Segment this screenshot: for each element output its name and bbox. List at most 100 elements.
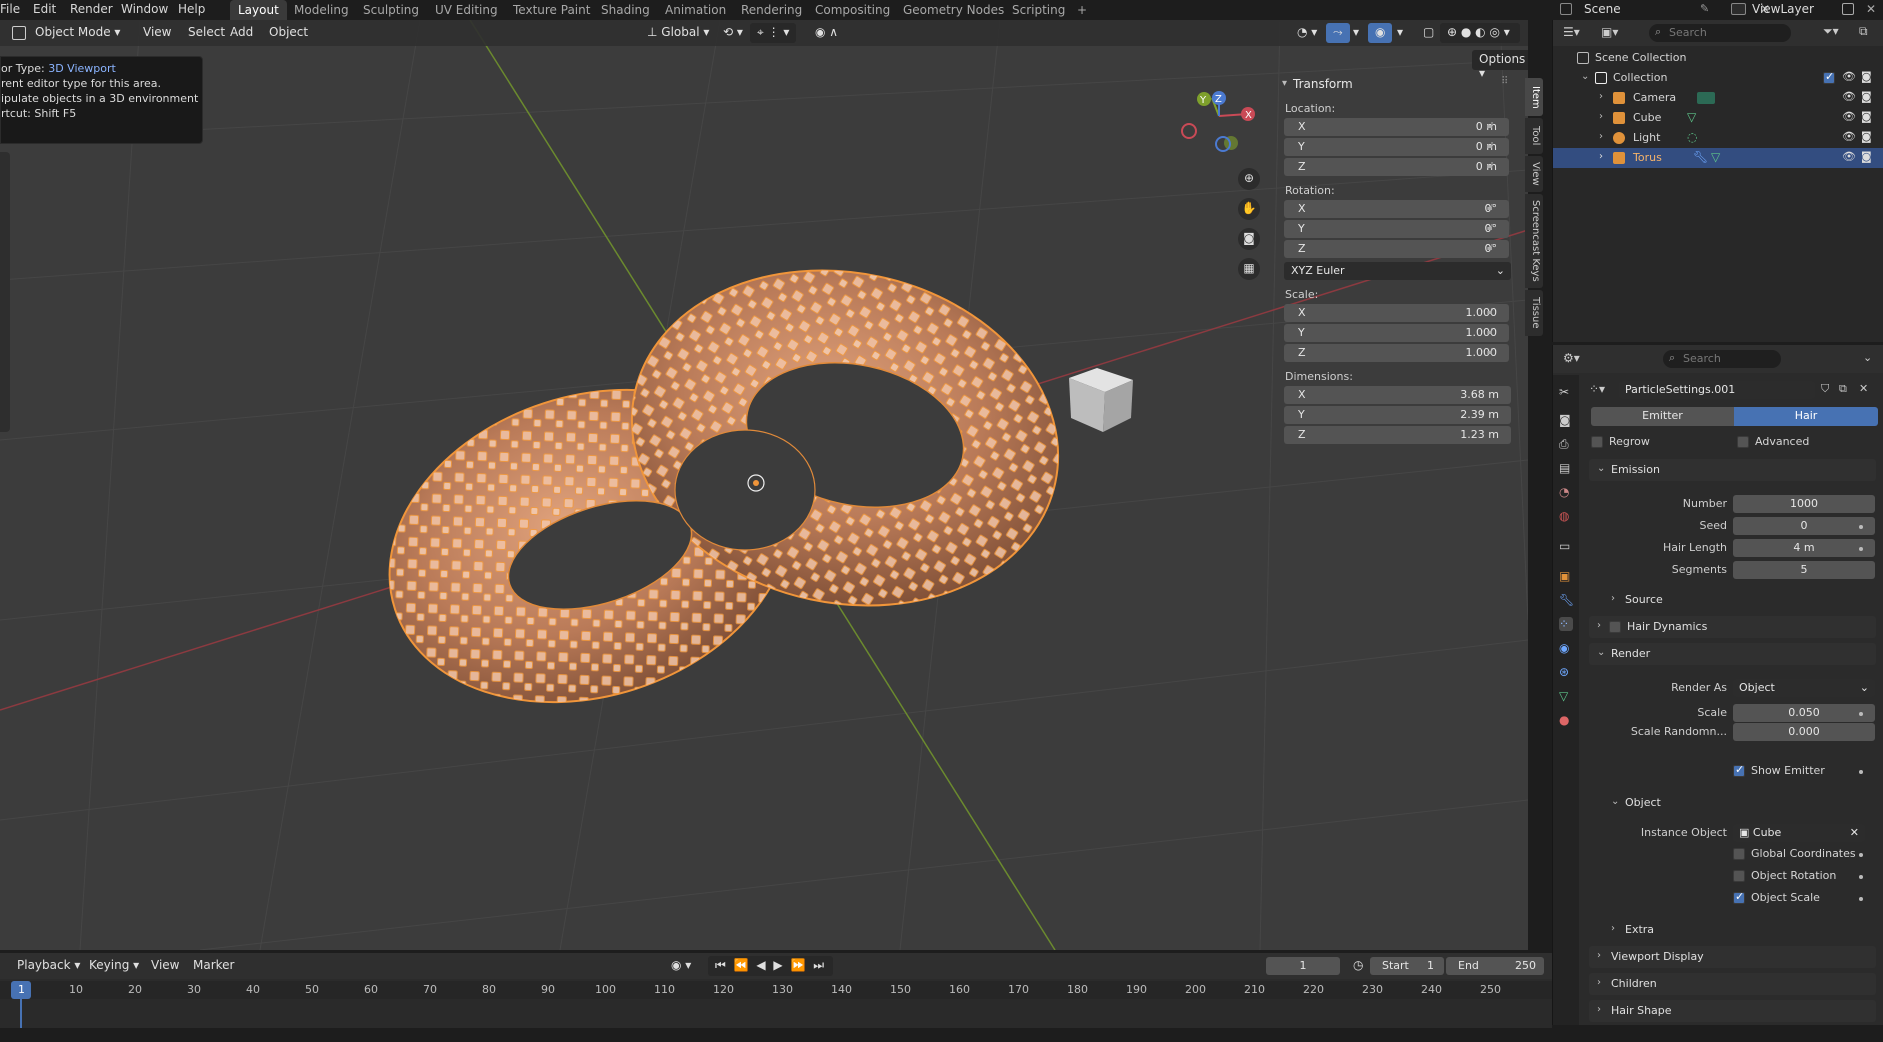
tab-geometry-nodes[interactable]: Geometry Nodes — [895, 0, 1012, 20]
keyframe-dot-icon[interactable] — [1859, 712, 1863, 716]
location-z-field[interactable]: Z0 m — [1284, 158, 1509, 176]
constraints-tab-icon[interactable]: ⊛ — [1559, 665, 1573, 679]
playback-menu[interactable]: Playback ▾ — [10, 956, 87, 976]
lock-icon[interactable]: 🔓︎ — [1487, 222, 1499, 234]
editor-type-icon[interactable]: ☰▾ — [1563, 25, 1580, 39]
timeline-view-menu[interactable]: View — [144, 956, 186, 976]
tab-scripting[interactable]: Scripting — [1004, 0, 1073, 20]
chevron-down-icon[interactable]: ⌄ — [1863, 351, 1872, 364]
scene-tab-icon[interactable]: ◔ — [1559, 485, 1573, 499]
render-tab-icon[interactable]: ◙ — [1559, 413, 1573, 427]
menu-add[interactable]: Add — [223, 23, 260, 43]
torus-object[interactable] — [349, 232, 1090, 752]
outliner-row-camera[interactable]: › Camera 👁︎ ◙ — [1553, 88, 1883, 108]
exclude-checkbox[interactable] — [1823, 70, 1835, 84]
lock-icon[interactable]: 🔓︎ — [1487, 202, 1499, 214]
perspective-grid-icon[interactable]: ▦ — [1238, 258, 1260, 280]
menu-render[interactable]: Render — [70, 2, 113, 16]
scene-collection-row[interactable]: Scene Collection — [1553, 48, 1883, 68]
overlays-dropdown-icon[interactable]: ▾ — [1390, 23, 1410, 43]
regrow-checkbox[interactable] — [1591, 436, 1603, 448]
collection-tab-icon[interactable]: ▭ — [1559, 539, 1573, 553]
render-scale-field[interactable]: 0.050 — [1733, 704, 1875, 722]
new-collection-icon[interactable]: ⧉ — [1859, 24, 1868, 39]
tab-compositing[interactable]: Compositing — [807, 0, 898, 20]
rotation-x-field[interactable]: X 0° — [1284, 200, 1509, 218]
mesh-data-icon[interactable]: ▽ — [1687, 110, 1696, 124]
transform-title[interactable]: Transform — [1293, 77, 1353, 91]
scale-z-field[interactable]: Z 1.000 — [1284, 344, 1509, 362]
chevron-down-icon[interactable]: ▾ — [1282, 78, 1287, 89]
visibility-icon[interactable]: ◔ ▾ — [1290, 23, 1324, 43]
view-layer-name[interactable]: ViewLayer — [1752, 2, 1814, 16]
chevron-right-icon[interactable]: › — [1599, 151, 1603, 162]
tab-shading[interactable]: Shading — [593, 0, 658, 20]
material-tab-icon[interactable]: ● — [1559, 713, 1573, 727]
keyframe-dot-icon[interactable] — [1859, 853, 1863, 857]
xray-icon[interactable]: ▢ — [1416, 23, 1441, 43]
light-data-icon[interactable]: ◌ — [1687, 130, 1697, 144]
outliner-row-torus[interactable]: › Torus 🔧︎ ▽ 👁︎ ◙ — [1553, 148, 1883, 168]
tab-sculpting[interactable]: Sculpting — [355, 0, 427, 20]
editor-type-icon[interactable]: ⚙▾ — [1563, 351, 1580, 365]
camera-data-icon[interactable] — [1697, 92, 1715, 104]
outliner-row-cube[interactable]: › Cube ▽ 👁︎ ◙ — [1553, 108, 1883, 128]
new-view-layer-icon[interactable] — [1842, 3, 1854, 15]
tab-uv-editing[interactable]: UV Editing — [427, 0, 506, 20]
tab-rendering[interactable]: Rendering — [733, 0, 810, 20]
menu-edit[interactable]: Edit — [33, 2, 56, 16]
chevron-right-icon[interactable]: › — [1599, 131, 1603, 142]
lock-icon[interactable]: 🔓︎ — [1487, 242, 1499, 254]
dimensions-z-field[interactable]: Z 1.23 m — [1284, 426, 1511, 444]
modifier-tab-icon[interactable]: 🔧︎ — [1559, 593, 1574, 607]
tool-shelf[interactable] — [0, 152, 10, 432]
editor-type-icon[interactable] — [12, 26, 26, 40]
camera-render-icon[interactable]: ◙ — [1861, 110, 1873, 123]
location-y-field[interactable]: Y0 m — [1284, 138, 1509, 156]
keyframe-dot-icon[interactable] — [1859, 525, 1863, 529]
auto-keying-icon[interactable]: ◉ ▾ — [664, 956, 698, 976]
object-subpanel-header[interactable]: ⌄ Object — [1603, 792, 1873, 814]
gizmo-dropdown-icon[interactable]: ▾ — [1346, 23, 1366, 43]
camera-render-icon[interactable]: ◙ — [1861, 130, 1873, 143]
tab-view[interactable]: View — [1525, 156, 1543, 192]
rotation-y-field[interactable]: Y 0° — [1284, 220, 1509, 238]
outliner-row-light[interactable]: › Light ◌ 👁︎ ◙ — [1553, 128, 1883, 148]
wrench-modifier-icon[interactable]: 🔧︎ — [1693, 150, 1708, 164]
tab-tool[interactable]: Tool — [1525, 118, 1543, 154]
rotation-z-field[interactable]: Z 0° — [1284, 240, 1509, 258]
tab-texture-paint[interactable]: Texture Paint — [505, 0, 598, 20]
snap-icon[interactable]: ⌖ ⋮ ▾ — [750, 23, 797, 43]
show-emitter-checkbox[interactable] — [1733, 763, 1745, 777]
rotation-mode-select[interactable]: XYZ Euler ⌄ — [1284, 262, 1511, 280]
scale-x-field[interactable]: X 1.000 — [1284, 304, 1509, 322]
hair-dynamics-panel-header[interactable]: › Hair Dynamics — [1589, 616, 1876, 638]
emitter-type-button[interactable]: Emitter — [1591, 407, 1734, 426]
properties-search-input[interactable]: ⌕ Search — [1663, 350, 1781, 368]
children-panel-header[interactable]: › Children — [1589, 973, 1876, 995]
fake-user-shield-icon[interactable]: ⛉ — [1821, 382, 1829, 396]
pin-icon[interactable]: ✎ — [1700, 2, 1709, 15]
camera-render-icon[interactable]: ◙ — [1861, 90, 1873, 103]
dimensions-x-field[interactable]: X 3.68 m — [1284, 386, 1511, 404]
object-scale-checkbox[interactable] — [1733, 890, 1745, 904]
hair-type-button[interactable]: Hair — [1734, 407, 1878, 426]
seed-field[interactable]: 0 — [1733, 517, 1875, 535]
proportional-edit-icon[interactable]: ◉ ∧ — [808, 23, 845, 43]
keyframe-dot-icon[interactable] — [1859, 875, 1863, 879]
chevron-right-icon[interactable]: › — [1599, 91, 1603, 102]
output-tab-icon[interactable]: ⎙ — [1559, 437, 1573, 451]
current-frame-field[interactable]: 1 — [1266, 957, 1340, 975]
lock-icon[interactable]: 🔓︎ — [1487, 326, 1499, 338]
overlays-toggle-icon[interactable]: ◉ — [1368, 23, 1393, 43]
chevron-down-icon[interactable]: ⌄ — [1581, 71, 1589, 82]
particle-settings-icon[interactable]: ⁘▾ — [1589, 382, 1605, 396]
drag-handle-icon[interactable]: ⠿ — [1501, 76, 1508, 87]
lock-icon[interactable]: 🔓︎ — [1487, 346, 1499, 358]
global-coordinates-checkbox[interactable] — [1733, 848, 1745, 860]
data-tab-icon[interactable]: ▽ — [1559, 689, 1573, 703]
menu-object[interactable]: Object — [262, 23, 315, 43]
frame-ruler[interactable]: 1 10 20 30 40 50 60 70 80 90 100 110 120… — [0, 981, 1552, 999]
hair-shape-panel-header[interactable]: › Hair Shape — [1589, 1000, 1876, 1022]
shading-mode-icons[interactable]: ⊕ ● ◐ ◎ ▾ — [1440, 23, 1520, 43]
